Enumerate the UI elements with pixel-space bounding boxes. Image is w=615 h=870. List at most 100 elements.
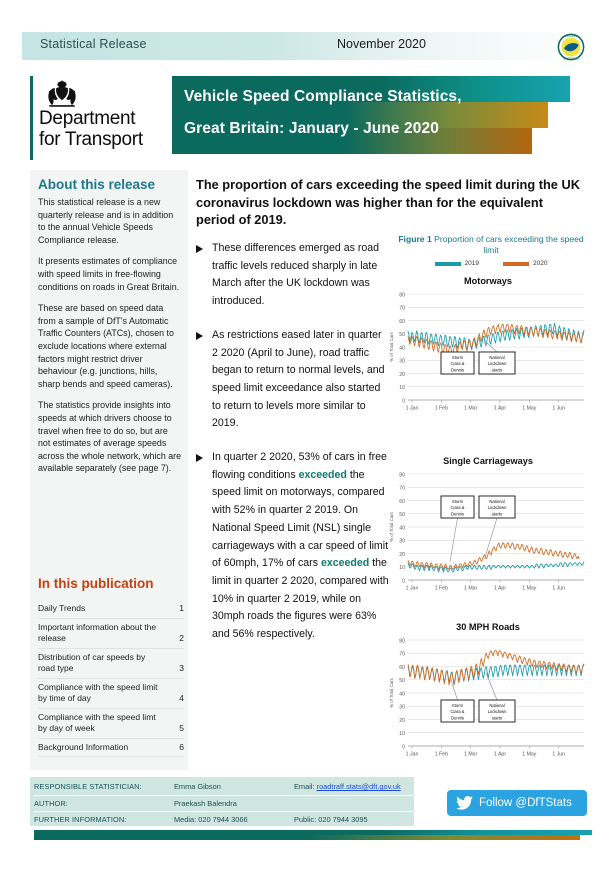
y-axis-tick-label: 40 <box>399 691 405 697</box>
y-axis-tick-label: 30 <box>399 359 405 365</box>
annotation-label: Storm <box>452 499 464 504</box>
x-axis-tick-label: 1 Mar <box>464 586 478 592</box>
x-axis-tick-label: 1 Apr <box>494 406 506 412</box>
report-title-line-1: Vehicle Speed Compliance Statistics, <box>184 88 462 105</box>
legend-swatch-2020 <box>503 261 529 266</box>
toc-item[interactable]: Daily Trends 1 <box>38 600 184 619</box>
annotation-label: Dennis <box>451 715 464 720</box>
y-axis-tick-label: 80 <box>399 292 405 298</box>
y-axis-tick-label: 10 <box>399 731 405 737</box>
annotation-label: starts <box>492 511 502 516</box>
y-axis-title: % of Total Cars <box>389 677 394 707</box>
triangle-bullet-icon <box>196 245 203 253</box>
x-axis-tick-label: 1 Jan <box>406 752 419 758</box>
y-axis-tick-label: 50 <box>399 678 405 684</box>
toc-title: Background Information <box>38 741 129 752</box>
footer-value: Emma Gibson <box>174 782 221 792</box>
annotation-label: Storm <box>452 703 464 708</box>
report-title-line-2: Great Britain: January - June 2020 <box>184 120 439 137</box>
figure-legend: 2019 2020 <box>392 260 590 267</box>
highlight-word: exceeded <box>298 468 347 481</box>
svg-text:STATISTICS: STATISTICS <box>563 56 579 60</box>
legend-label-2020: 2020 <box>533 260 548 267</box>
annotation-label: Lockdown <box>488 709 508 714</box>
toc-item[interactable]: Background Information 6 <box>38 739 184 757</box>
about-paragraph: It presents estimates of compliance with… <box>38 256 180 292</box>
footer-email-prefix: Email: <box>294 782 315 792</box>
national-statistics-logo-icon: NATIONAL STATISTICS <box>557 33 585 61</box>
chart-title: Motorways <box>464 276 512 286</box>
about-paragraph: These are based on speed data from a sam… <box>38 303 174 389</box>
y-axis-tick-label: 30 <box>399 705 405 711</box>
toc-title: Daily Trends <box>38 603 86 613</box>
y-axis-tick-label: 60 <box>399 499 405 505</box>
toc-title: Important information about the release <box>38 621 157 644</box>
about-paragraph: This statistical release is a new quarte… <box>38 197 174 245</box>
footer-email-cell: Email: roadtraff.stats@dft.gov.uk <box>294 782 414 791</box>
annotation-label: National <box>489 703 504 708</box>
bullet-item: As restrictions eased later in quarter 2… <box>196 327 390 433</box>
x-axis-tick-label: 1 Feb <box>435 752 448 758</box>
x-axis-tick-label: 1 Jun <box>552 752 565 758</box>
footer-value: Praekash Balendra <box>174 798 237 808</box>
chart-single-carriageways: Single Carriageways 0 10 20 30 40 50 60 70 80 % o… <box>386 456 590 604</box>
y-axis-tick-label: 10 <box>399 385 405 391</box>
figure-caption: Figure 1 Proportion of cars exceeding th… <box>392 234 590 256</box>
chart-30mph-roads: 30 MPH Roads 0 10 20 30 40 50 60 70 80 % of Total… <box>386 622 590 770</box>
bullet-item: These differences emerged as road traffi… <box>196 240 390 311</box>
toc-page: 6 <box>179 741 184 752</box>
y-axis-tick-label: 10 <box>399 565 405 571</box>
annotation-label: Dennis <box>451 367 464 372</box>
bullet-list: These differences emerged as road traffi… <box>196 240 390 660</box>
twitter-follow-label: Follow @DfTStats <box>479 797 572 809</box>
legend-swatch-2019 <box>434 261 461 266</box>
x-axis-tick-label: 1 May <box>522 752 537 758</box>
annotation-label: National <box>489 499 504 504</box>
y-axis-tick-label: 40 <box>399 525 405 531</box>
toc-page: 4 <box>179 693 184 703</box>
annotation-label: Lockdown <box>488 361 508 366</box>
y-axis-tick-label: 50 <box>399 512 405 518</box>
footer-row: FURTHER INFORMATION: Media: 020 7944 306… <box>34 812 414 828</box>
toc-item[interactable]: Important information about the release … <box>38 619 184 649</box>
annotation-label: National <box>489 355 504 360</box>
document-page: Statistical Release November 2020 NATION… <box>0 0 615 870</box>
department-line-2: for Transport <box>39 129 143 150</box>
footer-row: RESPONSIBLE STATISTICIAN: Emma Gibson Em… <box>34 779 414 796</box>
footer-value-secondary: Public: 020 7944 3095 <box>294 815 368 825</box>
annotation-label: Dennis <box>451 511 464 516</box>
footer-row: AUTHOR: Praekash Balendra <box>34 796 414 812</box>
toc-item[interactable]: Distribution of car speeds by road type … <box>38 649 184 679</box>
title-banner: Vehicle Speed Compliance Statistics, Gre… <box>172 76 592 160</box>
footer-label: AUTHOR: <box>34 798 68 808</box>
toc-title: Compliance with the speed limit by time … <box>38 681 158 704</box>
statistical-release-label: Statistical Release <box>40 37 147 51</box>
toc-item[interactable]: Compliance with the speed limt by day of… <box>38 709 184 739</box>
figure-caption-text: Proportion of cars exceeding the speed l… <box>434 234 584 255</box>
x-axis-tick-label: 1 Jun <box>552 586 565 592</box>
toc-item[interactable]: Compliance with the speed limit by time … <box>38 679 184 709</box>
twitter-follow-button[interactable]: Follow @DfTStats <box>447 790 587 816</box>
department-name: Department for Transport <box>39 108 143 150</box>
x-axis-tick-label: 1 Apr <box>494 586 506 592</box>
bullet-text: These differences emerged as road traffi… <box>212 242 380 308</box>
x-axis-tick-label: 1 Mar <box>464 752 478 758</box>
bullet-item: In quarter 2 2020, 53% of cars in free f… <box>196 449 390 644</box>
y-axis-title: % of Total Cars <box>389 511 394 541</box>
email-link[interactable]: roadtraff.stats@dft.gov.uk <box>317 782 401 791</box>
y-axis-tick-label: 20 <box>399 552 405 558</box>
legend-label-2019: 2019 <box>464 260 479 267</box>
y-axis-tick-label: 80 <box>399 472 405 478</box>
dft-vertical-rule <box>30 76 33 160</box>
y-axis-tick-label: 70 <box>399 652 405 658</box>
figure-number: Figure 1 <box>398 234 432 244</box>
footer-label: FURTHER INFORMATION: <box>34 815 127 825</box>
y-axis-tick-label: 60 <box>399 319 405 325</box>
footer-value: Media: 020 7944 3066 <box>174 815 248 825</box>
x-axis-tick-label: 1 Feb <box>435 406 448 412</box>
chart-svg-motorways: 0 10 20 30 40 50 60 70 80 % of Total Cars 1 Jan 1 F… <box>389 292 585 412</box>
svg-text:NATIONAL: NATIONAL <box>564 34 578 38</box>
publication-heading: In this publication <box>38 576 154 591</box>
x-axis-tick-label: 1 Jan <box>406 586 419 592</box>
y-axis-tick-label: 0 <box>402 578 405 584</box>
